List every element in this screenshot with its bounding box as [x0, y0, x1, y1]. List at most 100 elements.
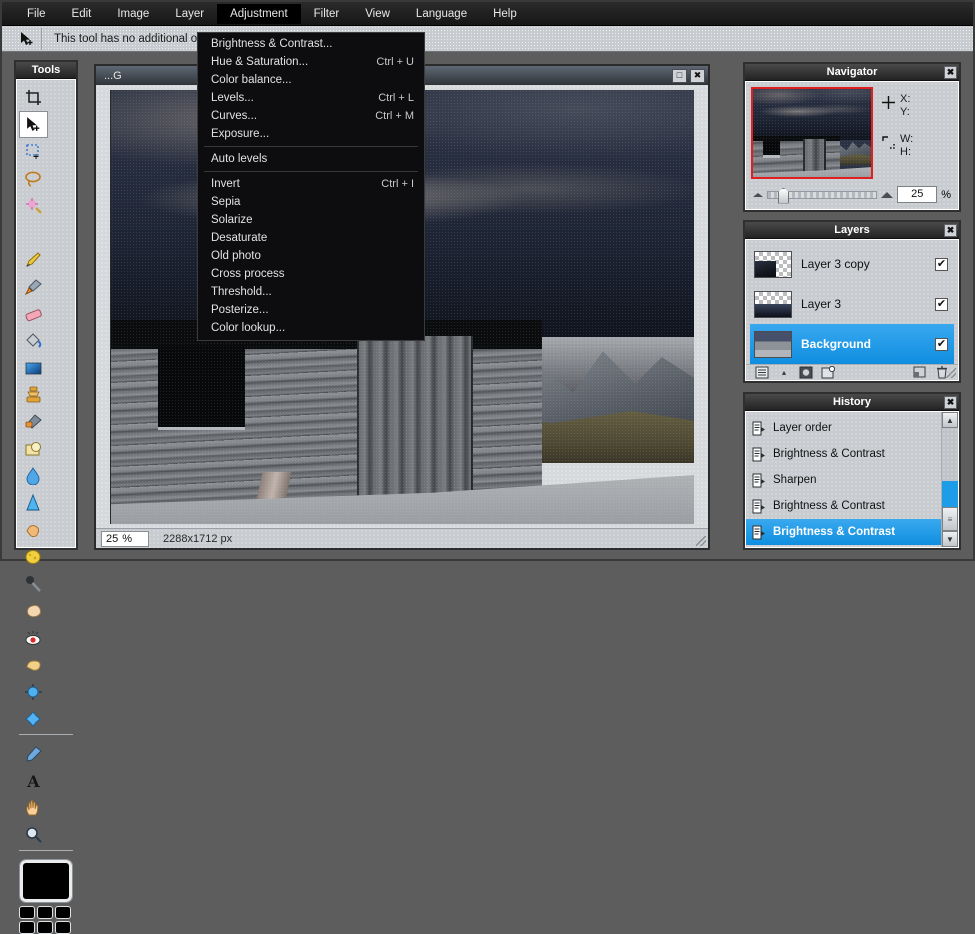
brush-tool-icon[interactable]	[19, 273, 48, 300]
warp-tool-icon[interactable]	[19, 705, 48, 732]
close-icon[interactable]: ✖	[944, 396, 957, 409]
menu-item-hue-saturation[interactable]: Hue & Saturation... Ctrl + U	[198, 53, 424, 71]
sharpen-tool-icon[interactable]	[19, 489, 48, 516]
clone-stamp-tool-icon[interactable]	[19, 381, 48, 408]
layer-mask-button[interactable]	[798, 365, 814, 380]
menu-item-color-lookup[interactable]: Color lookup...	[198, 319, 424, 337]
menu-item-cross-process[interactable]: Cross process	[198, 265, 424, 283]
zoom-slider-thumb[interactable]	[778, 187, 789, 204]
layer-properties-button[interactable]	[754, 365, 770, 380]
chevron-up-icon[interactable]: ▴	[776, 365, 792, 380]
palette-swatch[interactable]	[37, 906, 53, 919]
shapes-tool-icon[interactable]	[19, 435, 48, 462]
menu-item-exposure[interactable]: Exposure...	[198, 125, 424, 143]
navigator-panel-title: Navigator ✖	[745, 64, 959, 81]
red-eye-tool-icon[interactable]	[19, 624, 48, 651]
close-icon[interactable]: ✖	[944, 224, 957, 237]
history-row-brightness-contrast-1[interactable]: Brightness & Contrast	[746, 441, 941, 467]
smudge-tool-icon[interactable]	[19, 516, 48, 543]
menu-item-solarize[interactable]: Solarize	[198, 211, 424, 229]
zoom-slider-track[interactable]	[767, 187, 878, 204]
tools-panel-title: Tools	[16, 62, 76, 79]
palette-swatch[interactable]	[37, 921, 53, 934]
menu-adjustment[interactable]: Adjustment	[217, 3, 301, 24]
menu-item-levels[interactable]: Levels... Ctrl + L	[198, 89, 424, 107]
menu-item-invert[interactable]: Invert Ctrl + I	[198, 175, 424, 193]
layer-visibility-checkbox[interactable]: ✔	[935, 257, 948, 271]
layer-row-background[interactable]: Background ✔	[750, 324, 954, 364]
panel-resize-grip[interactable]	[946, 368, 956, 378]
history-row-sharpen[interactable]: Sharpen	[746, 467, 941, 493]
zoom-in-icon[interactable]	[881, 191, 894, 198]
blur-tool-icon[interactable]	[19, 462, 48, 489]
type-tool-icon[interactable]: A	[19, 767, 48, 794]
navigator-thumbnail[interactable]	[751, 87, 873, 179]
maximize-button[interactable]: □	[672, 68, 687, 83]
layer-row-layer-3-copy[interactable]: Layer 3 copy ✔	[750, 244, 954, 284]
history-row-brightness-contrast-3[interactable]: Brightness & Contrast	[746, 519, 941, 545]
move-tool-icon[interactable]	[19, 111, 48, 138]
palette-swatch[interactable]	[19, 921, 35, 934]
sponge-tool-icon[interactable]	[19, 543, 48, 570]
scroll-up-icon[interactable]: ▲	[942, 412, 958, 428]
palette-swatch[interactable]	[55, 906, 71, 919]
menu-filter[interactable]: Filter	[301, 4, 353, 24]
new-layer-button[interactable]	[820, 365, 836, 380]
eraser-tool-icon[interactable]	[19, 300, 48, 327]
menu-item-brightness-contrast[interactable]: Brightness & Contrast...	[198, 35, 424, 53]
menu-item-posterize[interactable]: Posterize...	[198, 301, 424, 319]
lasso-tool-icon[interactable]	[19, 165, 48, 192]
paint-bucket-tool-icon[interactable]	[19, 327, 48, 354]
menu-edit[interactable]: Edit	[59, 4, 105, 24]
crop-tool-icon[interactable]	[19, 84, 48, 111]
navigator-zoom-input[interactable]: 25	[897, 186, 938, 203]
hand-tool-icon[interactable]	[19, 794, 48, 821]
pencil-tool-icon[interactable]	[19, 246, 48, 273]
duplicate-layer-button[interactable]	[912, 365, 928, 380]
menu-item-desaturate[interactable]: Desaturate	[198, 229, 424, 247]
layer-row-layer-3[interactable]: Layer 3 ✔	[750, 284, 954, 324]
eyedropper-tool-icon[interactable]	[19, 740, 48, 767]
menu-file[interactable]: File	[14, 4, 59, 24]
menu-item-auto-levels[interactable]: Auto levels	[198, 150, 424, 168]
menu-item-threshold[interactable]: Threshold...	[198, 283, 424, 301]
menu-item-shortcut: Ctrl + I	[381, 178, 414, 190]
rectangular-marquee-tool-icon[interactable]	[19, 138, 48, 165]
palette-swatch[interactable]	[55, 921, 71, 934]
window-resize-grip[interactable]	[696, 536, 706, 546]
menu-item-color-balance[interactable]: Color balance...	[198, 71, 424, 89]
zoom-tool-icon[interactable]	[19, 821, 48, 848]
scroll-down-icon[interactable]: ▼	[942, 531, 958, 547]
healing-brush-tool-icon[interactable]	[19, 408, 48, 435]
tools-divider-2	[19, 850, 73, 854]
scrollbar-thumb[interactable]: ≡	[942, 507, 958, 531]
scrollbar-track[interactable]: ≡	[942, 428, 958, 531]
menu-item-old-photo[interactable]: Old photo	[198, 247, 424, 265]
history-row-brightness-contrast-2[interactable]: Brightness & Contrast	[746, 493, 941, 519]
foreground-color-swatch[interactable]	[19, 859, 73, 903]
menu-layer[interactable]: Layer	[162, 4, 217, 24]
pinch-tool-icon[interactable]	[19, 678, 48, 705]
zoom-out-icon[interactable]	[753, 192, 763, 197]
menu-item-curves[interactable]: Curves... Ctrl + M	[198, 107, 424, 125]
bulge-tool-icon[interactable]	[19, 651, 48, 678]
menu-item-sepia[interactable]: Sepia	[198, 193, 424, 211]
navigator-zoom-unit: %	[941, 188, 951, 201]
magic-wand-tool-icon[interactable]	[19, 192, 48, 219]
menu-view[interactable]: View	[352, 4, 403, 24]
menu-language[interactable]: Language	[403, 4, 480, 24]
gradient-tool-icon[interactable]	[19, 354, 48, 381]
status-zoom-field[interactable]: 25 %	[101, 530, 149, 547]
close-icon[interactable]: ✖	[690, 68, 705, 83]
close-icon[interactable]: ✖	[944, 66, 957, 79]
history-scrollbar[interactable]: ▲ ≡ ▼	[941, 412, 958, 547]
history-row-layer-order[interactable]: Layer order	[746, 415, 941, 441]
menu-help[interactable]: Help	[480, 4, 530, 24]
dodge-tool-icon[interactable]	[19, 570, 48, 597]
layer-visibility-checkbox[interactable]: ✔	[935, 337, 948, 351]
palette-swatch[interactable]	[19, 906, 35, 919]
layer-visibility-checkbox[interactable]: ✔	[935, 297, 948, 311]
layer-thumb-content	[755, 331, 791, 357]
menu-image[interactable]: Image	[104, 4, 162, 24]
burn-tool-icon[interactable]	[19, 597, 48, 624]
